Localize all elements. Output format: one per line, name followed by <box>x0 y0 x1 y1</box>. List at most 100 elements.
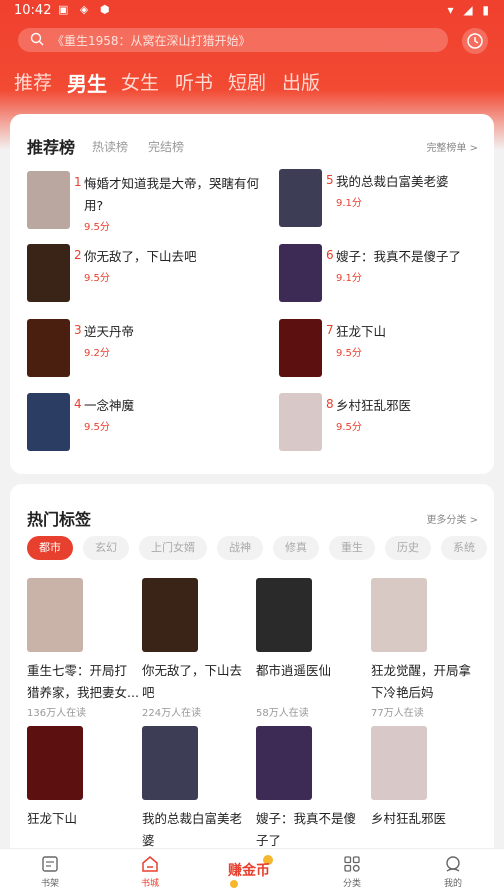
nav-category[interactable]: 分类 <box>322 855 382 895</box>
rank-score: 9.2分 <box>84 348 110 359</box>
rank-item[interactable]: 4 一念神魔 9.5分 <box>27 393 257 453</box>
history-button[interactable] <box>462 28 488 54</box>
tag-chip-son-in-law[interactable]: 上门女婿 <box>139 536 207 560</box>
book-cover <box>279 244 322 302</box>
tab-short-drama[interactable]: 短剧 <box>228 68 266 95</box>
book-cover <box>27 171 70 229</box>
rank-item[interactable]: 3 逆天丹帝 9.2分 <box>27 319 257 379</box>
hot-tags-card: 热门标签 更多分类 > 都市 玄幻 上门女婿 战神 修真 重生 历史 系统 重生… <box>10 484 494 864</box>
rank-score: 9.5分 <box>336 348 362 359</box>
book-cover <box>371 578 427 652</box>
rank-book-title: 逆天丹帝 <box>84 324 135 339</box>
search-placeholder: 《重生1958：从窝在深山打猎开始》 <box>52 34 251 48</box>
rank-book-title: 你无敌了，下山去吧 <box>84 249 197 264</box>
nav-bookshelf[interactable]: 书架 <box>20 855 80 895</box>
book-title: 狂龙觉醒，开局拿下冷艳后妈 <box>371 663 472 700</box>
subtab-hot-read[interactable]: 热读榜 <box>92 138 128 155</box>
book-readers: 224万人在读 <box>142 708 202 719</box>
subtab-completed[interactable]: 完结榜 <box>148 138 184 155</box>
rank-item[interactable]: 2 你无敌了，下山去吧 9.5分 <box>27 244 257 304</box>
rank-number: 2 <box>74 248 82 262</box>
rank-item[interactable]: 1 悔婚才知道我是大帝，哭瞎有何用? 9.5分 <box>27 171 259 233</box>
book-cover <box>27 393 70 451</box>
rank-number: 6 <box>326 248 334 262</box>
rank-book-title: 悔婚才知道我是大帝，哭瞎有何用? <box>84 176 260 213</box>
book-cover <box>279 393 322 451</box>
rank-number: 8 <box>326 397 334 411</box>
book-tile[interactable]: 重生七零：开局打猎养家，我把妻女... 136万人在读 <box>27 578 139 728</box>
tab-female[interactable]: 女生 <box>121 68 159 95</box>
rank-number: 3 <box>74 323 82 337</box>
more-categories-link[interactable]: 更多分类 > <box>426 511 478 526</box>
tag-chip-fantasy[interactable]: 玄幻 <box>83 536 129 560</box>
tag-chip-rebirth[interactable]: 重生 <box>329 536 375 560</box>
rank-book-title: 乡村狂乱邪医 <box>336 398 412 413</box>
book-tile[interactable]: 都市逍遥医仙 58万人在读 <box>256 578 368 728</box>
rank-score: 9.5分 <box>84 273 110 284</box>
store-icon <box>142 856 158 872</box>
search-bar[interactable]: 《重生1958：从窝在深山打猎开始》 <box>18 28 448 52</box>
nav-profile[interactable]: 我的 <box>423 855 483 895</box>
hot-tags-title: 热门标签 <box>27 510 92 529</box>
book-cover <box>27 244 70 302</box>
book-title: 都市逍遥医仙 <box>256 663 332 678</box>
status-time: 10:42 <box>14 3 52 18</box>
tab-published[interactable]: 出版 <box>282 68 320 95</box>
full-ranking-link[interactable]: 完整榜单 > <box>426 139 478 154</box>
nav-label: 书架 <box>40 879 59 889</box>
book-readers: 136万人在读 <box>27 708 87 719</box>
book-cover <box>279 169 322 227</box>
rank-number: 1 <box>74 175 82 189</box>
notification-icons: ▣ ◈ ⬢ <box>58 3 114 16</box>
tab-audiobook[interactable]: 听书 <box>175 68 213 95</box>
book-cover <box>27 726 83 800</box>
tab-recommend[interactable]: 推荐 <box>14 68 52 95</box>
book-readers: 58万人在读 <box>256 708 309 719</box>
tag-chip-urban[interactable]: 都市 <box>27 536 73 560</box>
book-title: 嫂子：我真不是傻子了 <box>256 811 357 848</box>
book-cover <box>256 578 312 652</box>
rank-item[interactable]: 6 嫂子：我真不是傻子了 9.1分 <box>279 244 504 304</box>
ranking-card: 推荐榜 热读榜 完结榜 完整榜单 > 1 悔婚才知道我是大帝，哭瞎有何用? 9.… <box>10 114 494 474</box>
rank-item[interactable]: 5 我的总裁白富美老婆 9.1分 <box>279 169 504 229</box>
tab-male[interactable]: 男生 <box>67 68 107 97</box>
tag-chip-war-god[interactable]: 战神 <box>217 536 263 560</box>
book-cover <box>142 578 198 652</box>
nav-label: 分类 <box>342 879 361 889</box>
book-cover <box>371 726 427 800</box>
book-tile[interactable]: 狂龙觉醒，开局拿下冷艳后妈 77万人在读 <box>371 578 483 728</box>
rank-item[interactable]: 7 狂龙下山 9.5分 <box>279 319 504 379</box>
book-title: 你无敌了，下山去吧 <box>142 663 243 700</box>
rank-item[interactable]: 8 乡村狂乱邪医 9.5分 <box>279 393 504 453</box>
book-cover <box>27 578 83 652</box>
tag-chip-system[interactable]: 系统 <box>441 536 487 560</box>
grid-icon <box>344 856 360 872</box>
book-readers: 77万人在读 <box>371 708 424 719</box>
rank-book-title: 我的总裁白富美老婆 <box>336 174 449 189</box>
book-cover <box>27 319 70 377</box>
clock-icon <box>467 33 483 49</box>
system-icons: ▾ ◢ ▮ <box>447 3 492 17</box>
book-cover <box>279 319 322 377</box>
rank-score: 9.5分 <box>84 422 110 433</box>
book-title: 乡村狂乱邪医 <box>371 811 447 826</box>
nav-label: 书城 <box>140 879 159 889</box>
book-cover <box>256 726 312 800</box>
rank-number: 4 <box>74 397 82 411</box>
book-title: 重生七零：开局打猎养家，我把妻女... <box>27 663 139 700</box>
book-tile[interactable]: 你无敌了，下山去吧 224万人在读 <box>142 578 254 728</box>
status-bar: 10:42 ▣ ◈ ⬢ ▾ ◢ ▮ <box>0 0 504 22</box>
rank-number: 7 <box>326 323 334 337</box>
rank-score: 9.5分 <box>84 222 110 233</box>
nav-label: 我的 <box>443 879 462 889</box>
earn-coins-label: 赚金币 <box>228 863 270 879</box>
search-icon <box>30 32 44 46</box>
rank-score: 9.1分 <box>336 273 362 284</box>
rank-book-title: 嫂子：我真不是傻子了 <box>336 249 462 264</box>
tag-chip-cultivation[interactable]: 修真 <box>273 536 319 560</box>
nav-bookstore[interactable]: 书城 <box>120 855 180 895</box>
earn-coins-button[interactable]: 赚金币 <box>226 852 276 890</box>
rank-book-title: 狂龙下山 <box>336 324 387 339</box>
ranking-title: 推荐榜 <box>27 138 76 157</box>
tag-chip-history[interactable]: 历史 <box>385 536 431 560</box>
